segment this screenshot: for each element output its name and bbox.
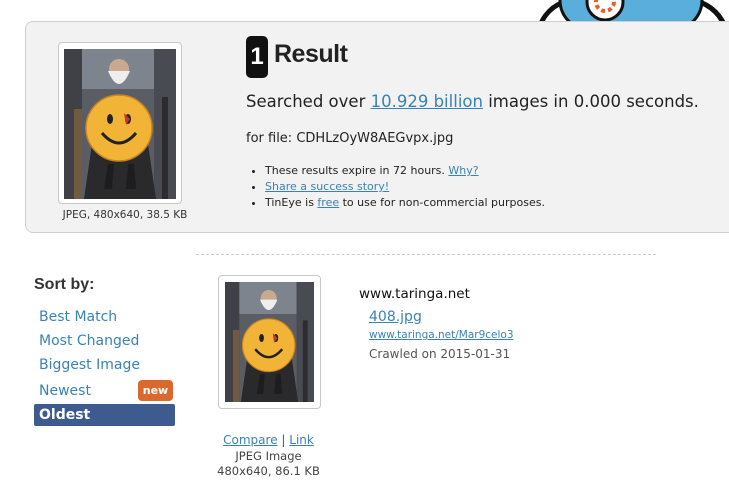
results-divider — [196, 254, 656, 255]
why-link[interactable]: Why? — [448, 164, 478, 177]
match-page-url-link[interactable]: www.taringa.net/Mar9celo3 — [369, 329, 514, 341]
query-image-thumbnail[interactable] — [58, 42, 182, 204]
match-image-info: JPEG Image 480x640, 86.1 KB — [196, 449, 341, 479]
notes-list: These results expire in 72 hours. Why? S… — [250, 163, 545, 211]
notes-item-expire: These results expire in 72 hours. Why? — [265, 163, 545, 179]
sort-option-oldest[interactable]: Oldest — [34, 404, 175, 426]
free-prefix: TinEye is — [265, 196, 318, 209]
sort-option-best-match[interactable]: Best Match — [34, 306, 175, 328]
sort-option-most-changed[interactable]: Most Changed — [34, 330, 175, 352]
sort-heading: Sort by: — [34, 276, 95, 293]
notes-item-free: TinEye is free to use for non-commercial… — [265, 195, 545, 211]
query-image-meta: JPEG, 480x640, 38.5 KB — [62, 209, 188, 221]
query-image — [64, 49, 176, 199]
share-success-link[interactable]: Share a success story! — [265, 180, 389, 193]
match-file-link[interactable]: 408.jpg — [369, 309, 422, 325]
free-suffix: to use for non-commercial purposes. — [339, 196, 545, 209]
match-actions: Compare | Link — [196, 433, 341, 447]
search-stats: Searched over 10.929 billion images in 0… — [246, 92, 699, 111]
match-crawled-date: Crawled on 2015-01-31 — [369, 347, 511, 361]
match-image-meta: 480x640, 86.1 KB — [217, 464, 320, 478]
match-image-type: JPEG Image — [235, 449, 302, 463]
search-stats-prefix: Searched over — [246, 92, 371, 111]
file-name: CDHLzOyW8AEGvpx.jpg — [296, 131, 454, 146]
file-prefix: for file: — [246, 131, 297, 146]
compare-link[interactable]: Compare — [223, 433, 277, 447]
search-stats-suffix: images in 0.000 seconds. — [482, 92, 699, 111]
result-heading: Result — [274, 40, 348, 68]
result-count-badge: 1 — [246, 36, 268, 78]
notes-item-share: Share a success story! — [265, 179, 545, 195]
match-domain: www.taringa.net — [359, 286, 470, 302]
action-separator: | — [281, 433, 286, 447]
match-image-thumbnail[interactable] — [218, 275, 321, 409]
free-link[interactable]: free — [317, 196, 339, 209]
image-link[interactable]: Link — [289, 433, 314, 447]
query-file-line: for file: CDHLzOyW8AEGvpx.jpg — [246, 131, 453, 146]
index-size-link[interactable]: 10.929 billion — [371, 92, 483, 111]
new-badge: new — [138, 380, 173, 401]
match-image — [225, 282, 314, 402]
expire-text: These results expire in 72 hours. — [265, 164, 449, 177]
sort-option-biggest-image[interactable]: Biggest Image — [34, 354, 175, 376]
